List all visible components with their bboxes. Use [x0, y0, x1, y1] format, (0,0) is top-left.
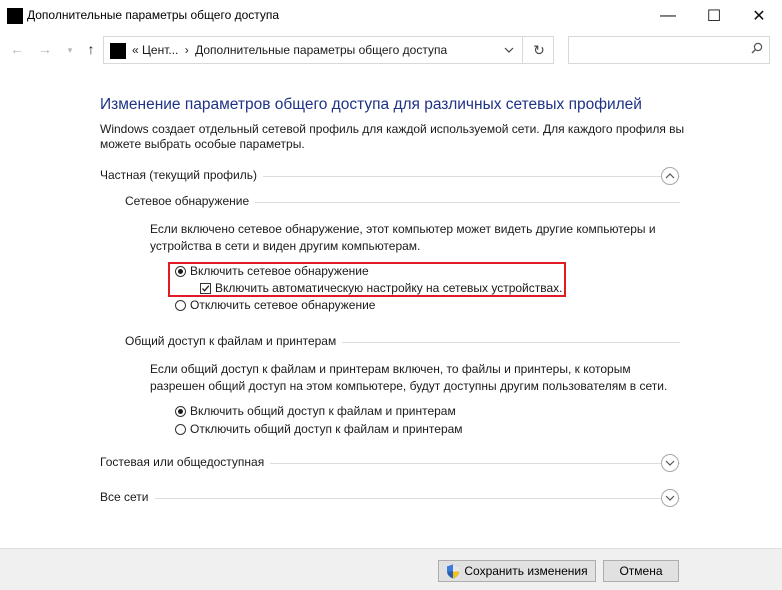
cancel-button[interactable]: Отмена [603, 560, 679, 582]
profile-guest-label[interactable]: Гостевая или общедоступная [100, 455, 271, 469]
option-label: Отключить сетевое обнаружение [190, 298, 376, 312]
breadcrumb-chevrons[interactable]: « [132, 43, 139, 57]
breadcrumb-current[interactable]: Дополнительные параметры общего доступа [195, 43, 447, 57]
search-input[interactable] [568, 36, 770, 64]
maximize-button[interactable]: ☐ [691, 0, 737, 32]
page-title: Изменение параметров общего доступа для … [100, 96, 642, 113]
footer-bar: Сохранить изменения Отмена [0, 548, 782, 590]
collapse-chevron-up-icon[interactable] [661, 167, 679, 185]
option-enable-file-sharing[interactable]: Включить общий доступ к файлам и принтер… [175, 404, 456, 418]
up-arrow-icon[interactable]: ↑ [82, 41, 100, 57]
profile-private-label[interactable]: Частная (текущий профиль) [100, 168, 264, 182]
page-description: Windows создает отдельный сетевой профил… [100, 122, 685, 151]
option-disable-network-discovery[interactable]: Отключить сетевое обнаружение [175, 298, 375, 312]
address-dropdown-icon[interactable] [496, 37, 522, 63]
app-icon [7, 8, 23, 24]
highlight-box [168, 262, 566, 297]
radio-button[interactable] [175, 423, 186, 435]
network-discovery-description: Если включено сетевое обнаружение, этот … [150, 222, 656, 253]
option-disable-file-sharing[interactable]: Отключить общий доступ к файлам и принте… [175, 422, 463, 436]
forward-arrow-icon[interactable]: → [36, 41, 54, 57]
file-printer-sharing-description: Если общий доступ к файлам и принтерам в… [150, 362, 668, 393]
uac-shield-icon [447, 564, 460, 578]
control-panel-icon [110, 43, 126, 59]
breadcrumb-separator[interactable]: › [185, 43, 189, 57]
section-network-discovery-title: Сетевое обнаружение [125, 194, 256, 208]
section-file-printer-sharing-title: Общий доступ к файлам и принтерам [125, 334, 343, 348]
title-bar: Дополнительные параметры общего доступа … [0, 0, 782, 32]
expand-chevron-down-icon[interactable] [661, 489, 679, 507]
radio-button[interactable] [175, 405, 186, 417]
radio-button[interactable] [175, 299, 186, 311]
expand-chevron-down-icon[interactable] [661, 454, 679, 472]
breadcrumb-center[interactable]: Цент... [142, 43, 178, 57]
save-changes-label: Сохранить изменения [464, 564, 588, 578]
option-label: Включить общий доступ к файлам и принтер… [190, 404, 456, 418]
close-button[interactable]: ✕ [736, 0, 782, 32]
address-bar[interactable]: « Цент... › Дополнительные параметры общ… [103, 36, 554, 64]
save-changes-button[interactable]: Сохранить изменения [438, 560, 596, 582]
search-icon [751, 42, 763, 57]
option-label: Отключить общий доступ к файлам и принте… [190, 422, 463, 436]
profile-all-networks-label[interactable]: Все сети [100, 490, 155, 504]
back-arrow-icon[interactable]: ← [8, 41, 26, 57]
recent-locations-icon[interactable]: ▾ [61, 45, 79, 56]
window-title: Дополнительные параметры общего доступа [27, 8, 280, 22]
minimize-button[interactable]: — [645, 0, 691, 32]
refresh-icon[interactable]: ↻ [522, 37, 555, 63]
divider [100, 498, 680, 499]
